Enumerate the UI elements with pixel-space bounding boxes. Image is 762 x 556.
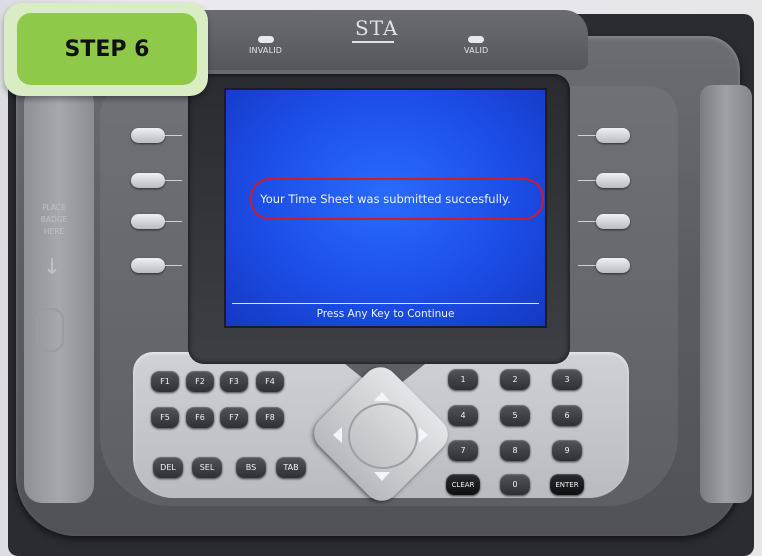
key-8[interactable]: 8: [500, 440, 530, 461]
continue-prompt: Press Any Key to Continue: [316, 308, 455, 320]
soft-key-line: [578, 221, 596, 222]
badge-panel: [24, 85, 94, 503]
invalid-led-label: INVALID: [249, 46, 283, 55]
right-soft-key-3[interactable]: [596, 214, 630, 229]
message-highlight-circle: [250, 178, 544, 220]
right-soft-key-4[interactable]: [596, 258, 630, 273]
key-bs[interactable]: BS: [236, 457, 266, 478]
soft-key-line: [578, 265, 596, 266]
key-f7[interactable]: F7: [220, 407, 248, 428]
left-soft-key-3[interactable]: [131, 214, 165, 229]
key-9[interactable]: 9: [552, 440, 582, 461]
key-1[interactable]: 1: [448, 369, 478, 390]
step-tag: STEP 6: [4, 3, 208, 96]
left-soft-key-4[interactable]: [131, 258, 165, 273]
soft-key-line: [578, 135, 596, 136]
dpad-down-arrow-icon[interactable]: [374, 472, 390, 481]
soft-key-line: [164, 180, 182, 181]
key-6[interactable]: 6: [552, 405, 582, 426]
right-grip: [700, 85, 752, 503]
badge-reader[interactable]: [36, 308, 64, 352]
key-f3[interactable]: F3: [220, 371, 248, 392]
key-f6[interactable]: F6: [186, 407, 214, 428]
key-del[interactable]: DEL: [153, 457, 183, 478]
key-5[interactable]: 5: [500, 405, 530, 426]
invalid-led: [258, 36, 274, 43]
key-4[interactable]: 4: [448, 405, 478, 426]
soft-key-line: [164, 265, 182, 266]
key-7[interactable]: 7: [448, 440, 478, 461]
key-enter[interactable]: ENTER: [550, 474, 584, 495]
right-soft-key-1[interactable]: [596, 128, 630, 143]
key-f5[interactable]: F5: [151, 407, 179, 428]
dpad-ring: [348, 403, 418, 469]
photo-stage: INVALID VALID STA Your Time Sheet was su…: [0, 0, 762, 556]
left-soft-key-1[interactable]: [131, 128, 165, 143]
dpad-left-arrow-icon[interactable]: [333, 427, 342, 443]
valid-led: [468, 36, 484, 43]
key-f8[interactable]: F8: [256, 407, 284, 428]
logo-underline: [352, 41, 394, 43]
key-0[interactable]: 0: [500, 474, 530, 495]
left-soft-key-2[interactable]: [131, 173, 165, 188]
key-tab[interactable]: TAB: [276, 457, 306, 478]
soft-key-line: [164, 135, 182, 136]
key-f2[interactable]: F2: [186, 371, 214, 392]
screen-divider: [232, 303, 539, 304]
badge-label: PLACE BADGE HERE: [40, 203, 68, 236]
key-clear[interactable]: CLEAR: [446, 474, 480, 495]
step-label: STEP 6: [17, 13, 197, 85]
dpad-up-arrow-icon[interactable]: [374, 392, 390, 401]
key-f4[interactable]: F4: [256, 371, 284, 392]
key-2[interactable]: 2: [500, 369, 530, 390]
key-f1[interactable]: F1: [151, 371, 179, 392]
key-3[interactable]: 3: [552, 369, 582, 390]
down-arrow-icon: ↓: [43, 255, 62, 280]
valid-led-label: VALID: [464, 46, 489, 55]
brand-logo: STA: [355, 16, 399, 40]
soft-key-line: [578, 180, 596, 181]
right-soft-key-2[interactable]: [596, 173, 630, 188]
dpad-right-arrow-icon[interactable]: [419, 427, 428, 443]
key-sel[interactable]: SEL: [192, 457, 222, 478]
soft-key-line: [164, 221, 182, 222]
